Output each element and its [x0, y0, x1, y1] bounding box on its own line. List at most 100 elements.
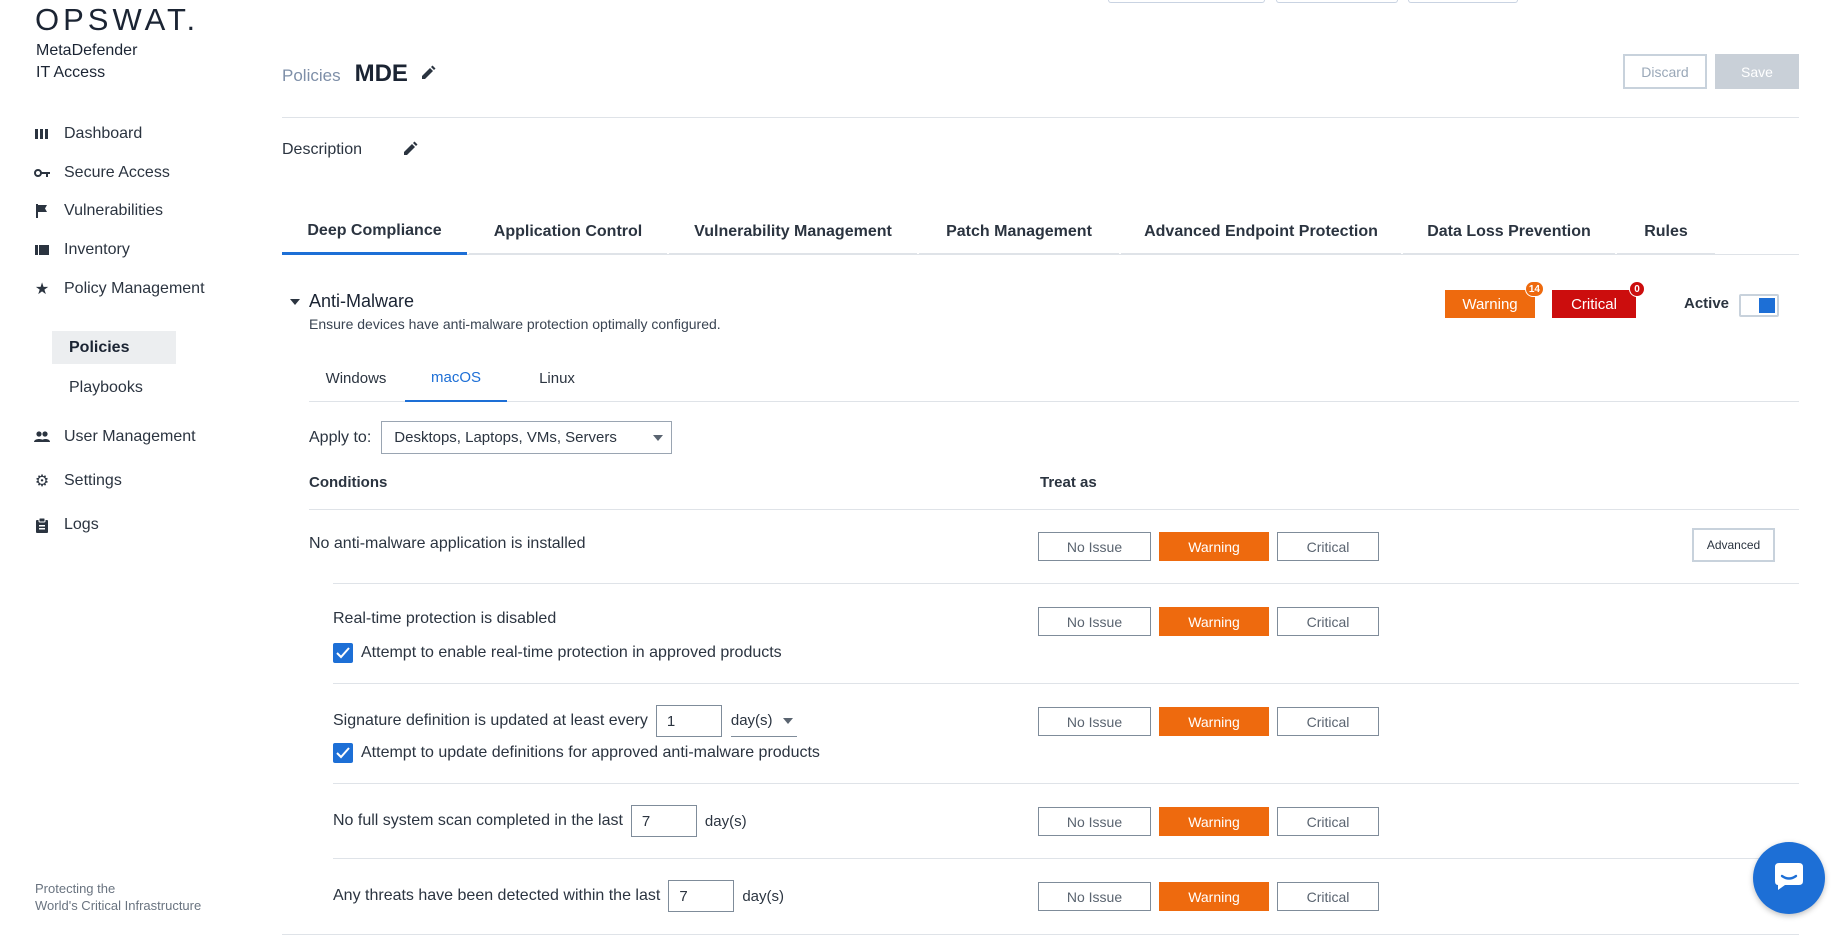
os-tab-linux[interactable]: Linux — [509, 355, 605, 402]
header-divider — [282, 117, 1799, 118]
sidebar-item-label: Vulnerabilities — [64, 202, 164, 219]
sidebar-item-secure-access[interactable]: Secure Access — [34, 160, 170, 186]
os-tabs: Windows macOS Linux — [309, 355, 1799, 402]
edit-title-icon[interactable] — [420, 65, 438, 83]
threats-days-input[interactable]: 7 — [668, 880, 735, 912]
clipped-button-1[interactable] — [1108, 0, 1265, 3]
update-definitions-checkbox[interactable] — [333, 743, 353, 763]
condition-signature-update: Signature definition is updated at least… — [333, 705, 797, 737]
row-divider — [333, 858, 1799, 859]
sidebar-item-vulnerabilities[interactable]: Vulnerabilities — [34, 198, 163, 224]
sidebar-item-logs[interactable]: Logs — [34, 512, 99, 538]
inventory-icon — [34, 242, 50, 258]
critical-button[interactable]: Critical — [1277, 607, 1379, 636]
apply-to-value: Desktops, Laptops, VMs, Servers — [394, 429, 617, 446]
os-tab-macos[interactable]: macOS — [405, 355, 507, 402]
main-content: Policies MDE Discard Save Description De… — [282, 0, 1802, 940]
tab-application-control[interactable]: Application Control — [469, 210, 667, 255]
sidebar-item-inventory[interactable]: Inventory — [34, 237, 130, 263]
star-icon: ★ — [34, 281, 50, 298]
sidebar-item-dashboard[interactable]: Dashboard — [34, 121, 142, 147]
critical-button[interactable]: Critical — [1277, 532, 1379, 561]
sidebar-item-label: Inventory — [64, 241, 130, 258]
tagline-line2: World's Critical Infrastructure — [35, 898, 202, 913]
condition-label: Any threats have been detected within th… — [333, 887, 661, 904]
clipped-button-2[interactable] — [1276, 0, 1398, 3]
signature-days-input[interactable]: 1 — [655, 705, 722, 737]
condition-full-scan: No full system scan completed in the las… — [333, 805, 747, 837]
tab-rules[interactable]: Rules — [1617, 210, 1715, 255]
row-divider — [333, 683, 1799, 684]
enable-realtime-checkbox[interactable] — [333, 643, 353, 663]
sidebar-subitem-policies[interactable]: Policies — [52, 331, 176, 364]
condition-label: Signature definition is updated at least… — [333, 712, 648, 729]
warning-button[interactable]: Warning — [1159, 607, 1269, 636]
edit-description-icon[interactable] — [402, 141, 420, 159]
no-issue-button[interactable]: No Issue — [1038, 882, 1151, 911]
warning-button[interactable]: Warning — [1159, 882, 1269, 911]
row-divider — [282, 934, 1799, 935]
treat-as-group: No Issue Warning Critical — [1038, 807, 1387, 836]
chat-button[interactable] — [1753, 842, 1825, 914]
treat-as-group: No Issue Warning Critical — [1038, 607, 1387, 636]
warning-button[interactable]: Warning — [1159, 532, 1269, 561]
treat-as-group: No Issue Warning Critical — [1038, 882, 1387, 911]
critical-button[interactable]: Critical — [1277, 882, 1379, 911]
discard-button[interactable]: Discard — [1623, 54, 1707, 89]
critical-count: 0 — [1629, 281, 1645, 297]
critical-button[interactable]: Critical — [1277, 707, 1379, 736]
policy-tabs: Deep Compliance Application Control Vuln… — [282, 210, 1799, 255]
sidebar-subitem-playbooks[interactable]: Playbooks — [52, 371, 176, 404]
treat-as-group: No Issue Warning Critical — [1038, 707, 1387, 736]
product-name: MetaDefender IT Access — [36, 40, 137, 84]
apply-to-select[interactable]: Desktops, Laptops, VMs, Servers — [381, 421, 673, 454]
active-toggle[interactable] — [1739, 294, 1779, 317]
sidebar-item-policy-management[interactable]: ★ Policy Management — [34, 276, 205, 302]
advanced-button[interactable]: Advanced — [1692, 528, 1775, 562]
users-icon — [34, 429, 50, 445]
tab-advanced-endpoint-protection[interactable]: Advanced Endpoint Protection — [1121, 210, 1401, 255]
tab-patch-management[interactable]: Patch Management — [919, 210, 1119, 255]
row-divider — [309, 509, 1799, 510]
full-scan-days-input[interactable]: 7 — [630, 805, 697, 837]
critical-button[interactable]: Critical — [1277, 807, 1379, 836]
os-tab-windows[interactable]: Windows — [309, 355, 403, 402]
collapse-caret-icon[interactable] — [290, 298, 300, 305]
warning-count-badge[interactable]: Warning 14 — [1445, 281, 1544, 318]
sidebar-item-label: Secure Access — [64, 164, 170, 181]
chat-icon — [1773, 861, 1805, 896]
sidebar-item-label: Settings — [64, 472, 122, 489]
chevron-down-icon — [782, 718, 793, 724]
dashboard-icon — [34, 126, 50, 142]
warning-button[interactable]: Warning — [1159, 707, 1269, 736]
no-issue-button[interactable]: No Issue — [1038, 707, 1151, 736]
product-name-line2: IT Access — [36, 64, 106, 81]
apply-to-label: Apply to: — [309, 428, 372, 446]
apply-to-row: Apply to: Desktops, Laptops, VMs, Server… — [309, 421, 673, 454]
tab-deep-compliance[interactable]: Deep Compliance — [282, 210, 467, 255]
condition-label: No full system scan completed in the las… — [333, 812, 623, 829]
no-issue-button[interactable]: No Issue — [1038, 607, 1151, 636]
sidebar-item-label: Dashboard — [64, 125, 143, 142]
opswat-logo[interactable]: OPSWAT. — [35, 2, 199, 38]
sidebar-item-settings[interactable]: ⚙ Settings — [34, 468, 122, 494]
clipped-button-3[interactable] — [1408, 0, 1518, 3]
warning-button[interactable]: Warning — [1159, 807, 1269, 836]
signature-unit-dropdown[interactable]: day(s) — [730, 705, 797, 737]
tagline: Protecting the World's Critical Infrastr… — [35, 880, 201, 914]
breadcrumb: Policies MDE — [282, 60, 438, 88]
row-divider — [333, 783, 1799, 784]
sidebar-item-user-management[interactable]: User Management — [34, 424, 196, 450]
unit-value: day(s) — [730, 712, 773, 729]
page-title: MDE — [354, 60, 408, 87]
no-issue-button[interactable]: No Issue — [1038, 532, 1151, 561]
critical-badge-label: Critical — [1571, 295, 1617, 313]
breadcrumb-policies-link[interactable]: Policies — [282, 66, 341, 86]
save-button[interactable]: Save — [1715, 54, 1799, 89]
critical-count-badge[interactable]: Critical 0 — [1552, 281, 1645, 318]
tab-vulnerability-management[interactable]: Vulnerability Management — [669, 210, 917, 255]
conditions-header: Conditions — [309, 474, 388, 491]
tab-data-loss-prevention[interactable]: Data Loss Prevention — [1403, 210, 1615, 255]
no-issue-button[interactable]: No Issue — [1038, 807, 1151, 836]
product-name-line1: MetaDefender — [36, 42, 138, 59]
